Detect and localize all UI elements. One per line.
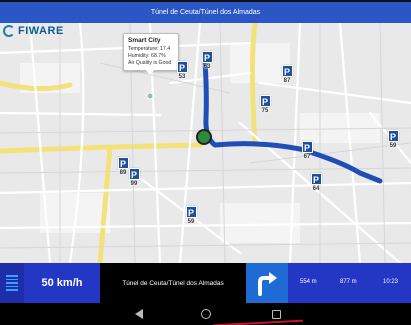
parking-icon: P (128, 168, 140, 180)
parking-icon: P (259, 95, 271, 107)
fiware-logo-text: FIWARE (18, 25, 64, 37)
callout-title: Smart City (128, 37, 161, 44)
smart-city-info-callout[interactable]: Smart City Temperature: 17.4 Humidity: 6… (123, 33, 179, 75)
recent-apps-button[interactable] (270, 308, 282, 320)
fiware-logo: FIWARE (3, 25, 64, 37)
navigation-panel: 50 km/h Túnel de Ceuta/Túnel dos Almadas… (0, 263, 411, 303)
parking-icon: P (281, 65, 293, 77)
parking-marker-99[interactable]: P 99 (124, 168, 144, 187)
parking-marker-53[interactable]: P 53 (172, 61, 192, 80)
distance-to-turn: 554 m (300, 279, 317, 285)
home-button[interactable] (200, 308, 212, 320)
map-view[interactable]: FIWARE Smart City Temperature: 17.4 Humi… (0, 23, 411, 263)
menu-icon (6, 275, 18, 277)
callout-humidity: Humidity: 68.7% (128, 53, 166, 59)
parking-marker-67[interactable]: P 67 (297, 141, 317, 160)
distance-remaining: 877 m (340, 279, 357, 285)
parking-marker-59-south[interactable]: P 59 (181, 206, 201, 225)
parking-icon: P (301, 141, 313, 153)
current-street: Túnel de Ceuta/Túnel dos Almadas (100, 263, 246, 303)
parking-marker-59[interactable]: P 59 (383, 130, 403, 149)
menu-icon-bar (6, 285, 18, 288)
turn-right-icon (258, 272, 277, 296)
trip-info: 554 m 877 m 10:23 (288, 263, 411, 303)
parking-marker-75[interactable]: P 75 (255, 95, 275, 114)
title-bar: Túnel de Ceuta/Túnel dos Almadas (0, 0, 411, 23)
callout-temperature: Temperature: 17.4 (128, 46, 171, 52)
cable-artifact (213, 319, 303, 325)
current-position-marker (196, 129, 212, 145)
home-icon (201, 309, 211, 319)
parking-marker-87[interactable]: P 87 (277, 65, 297, 84)
arrival-time: 10:23 (383, 279, 399, 285)
parking-icon: P (201, 51, 213, 63)
parking-icon: P (185, 206, 197, 218)
street-name: Túnel de Ceuta/Túnel dos Almadas (122, 279, 224, 287)
navigation-screen: Túnel de Ceuta/Túnel dos Almadas FIWARE … (0, 0, 411, 325)
back-icon (135, 309, 143, 319)
callout-air-quality: Air Quality is Good (128, 60, 172, 66)
menu-icon-bar (6, 282, 18, 284)
parking-marker-63[interactable]: P 63 (197, 51, 217, 70)
back-button[interactable] (133, 308, 145, 320)
menu-button[interactable] (0, 263, 24, 303)
parking-icon: P (176, 61, 188, 73)
speed-value: 50 km/h (41, 277, 83, 289)
parking-icon: P (310, 173, 322, 185)
parking-marker-64[interactable]: P 64 (306, 173, 326, 192)
speed-display: 50 km/h (24, 263, 100, 303)
next-turn-indicator[interactable] (246, 263, 288, 303)
menu-icon-bar (6, 278, 18, 281)
recent-apps-icon (271, 309, 281, 319)
parking-icon: P (387, 130, 399, 142)
fiware-logo-icon (3, 25, 15, 37)
system-navigation-bar (0, 303, 411, 325)
route-title: Túnel de Ceuta/Túnel dos Almadas (150, 9, 261, 16)
menu-icon-bar (6, 289, 18, 291)
